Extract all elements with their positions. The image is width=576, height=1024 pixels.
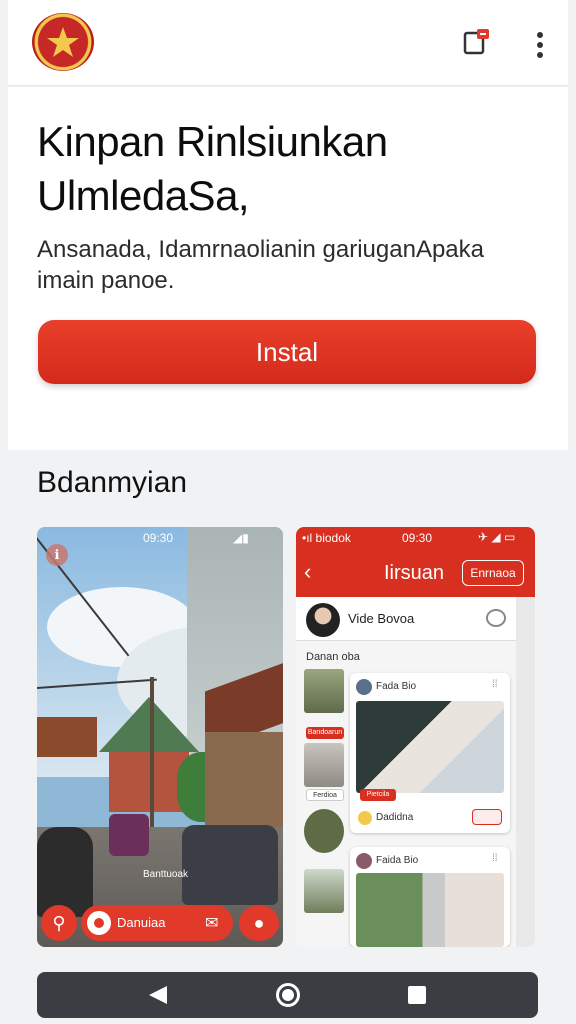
appbar-chip[interactable]: Enrnaoa [462, 560, 524, 586]
section-label: Danan oba [306, 651, 360, 663]
signal-icon: ◢▮ [233, 531, 249, 545]
more-icon[interactable]: ⁞⁞ [492, 853, 498, 864]
action-pill[interactable]: Danuiaa ✉ [81, 905, 233, 941]
location-icon[interactable]: ⚲ [41, 905, 77, 941]
status-bar: •ıl biodok 09:30 ✈ ◢ ▭ [296, 527, 535, 549]
avatar [356, 679, 372, 695]
profile-row[interactable]: Vide Bovoa [296, 597, 516, 641]
thumbnail[interactable] [304, 743, 344, 787]
recent-apps-square-icon[interactable] [408, 986, 426, 1004]
more-icon[interactable]: ⁞⁞ [492, 679, 498, 690]
app-description: Ansanada, Idamrnaolianin gariuganApaka i… [37, 236, 484, 294]
photo-caption: Banttuoak [143, 869, 189, 880]
avatar [356, 853, 372, 869]
battery-icon: ✈ ◢ ▭ [478, 530, 516, 544]
feed-photo [356, 873, 504, 947]
avatar [306, 603, 340, 637]
more-options-button[interactable] [524, 24, 556, 62]
more-vertical-icon [537, 32, 543, 38]
home-circle-icon[interactable] [276, 983, 300, 1007]
share-icon [463, 29, 489, 55]
screenshot-street-view[interactable]: 09:30 ◢▮ ℹ Banttuoak ⚲ Danuiaa ✉ ● [37, 527, 283, 947]
garuda-star-emblem-icon [32, 13, 94, 71]
card-action-button[interactable] [472, 809, 502, 825]
record-icon [87, 911, 111, 935]
thumbnail[interactable] [304, 869, 344, 913]
app-headline: Kinpan Rinlsiunkan UlmledaSa, [37, 118, 388, 219]
thumbnail[interactable] [304, 809, 344, 853]
screenshot-feed-view[interactable]: •ıl biodok 09:30 ✈ ◢ ▭ ‹ Iirsuan Enrnaoa… [296, 527, 535, 947]
chat-bubble-icon[interactable] [486, 609, 506, 627]
system-navigation-bar [37, 972, 538, 1018]
bottom-controls: ⚲ Danuiaa ✉ ● [37, 901, 283, 947]
camera-icon[interactable]: ● [239, 905, 279, 941]
status-bar: 09:30 ◢▮ [143, 531, 249, 545]
share-button[interactable] [460, 24, 496, 60]
chevron-left-icon[interactable]: ‹ [304, 559, 311, 585]
coin-icon [358, 811, 372, 825]
thumbnail-column: Bandoarun Ferdioa [304, 669, 344, 947]
location-pin-icon: ℹ [46, 544, 68, 566]
feed-photo [356, 701, 504, 793]
car [109, 814, 149, 856]
feed-card[interactable]: Faida Bio ⁞⁞ [350, 847, 510, 947]
feed-card[interactable]: Fada Bio ⁞⁞ Pietcila Dadidna [350, 673, 510, 833]
thumbnail[interactable] [304, 669, 344, 713]
car [182, 825, 278, 905]
back-triangle-icon[interactable] [149, 986, 167, 1004]
app-bar: ‹ Iirsuan Enrnaoa [296, 549, 535, 597]
mail-icon: ✉ [205, 915, 219, 932]
install-button[interactable]: Instal [38, 320, 536, 384]
screenshots-title: Bdanmyian [37, 466, 188, 499]
app-header [8, 0, 568, 86]
app-hero-card: Kinpan Rinlsiunkan UlmledaSa, Ansanada, … [8, 87, 568, 450]
